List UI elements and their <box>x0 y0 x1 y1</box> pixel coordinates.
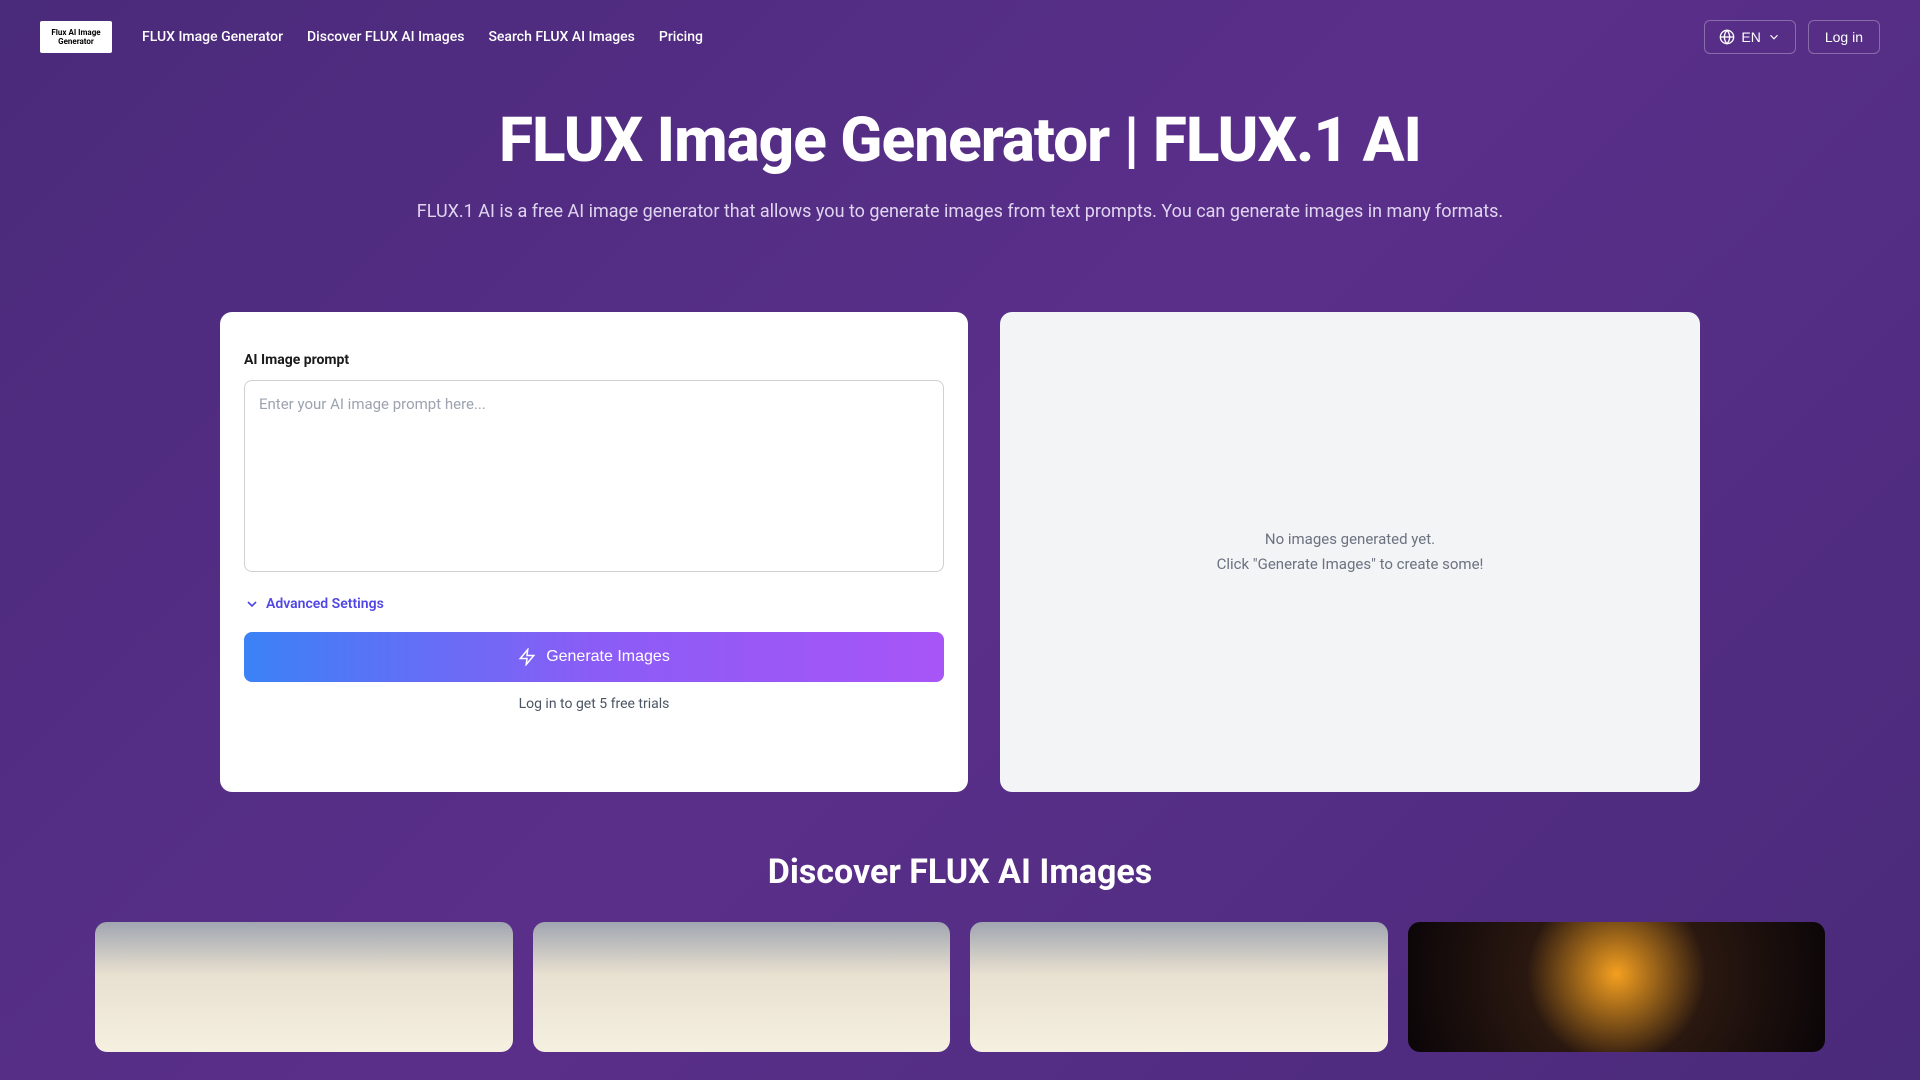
advanced-settings-label: Advanced Settings <box>266 596 384 612</box>
advanced-settings-toggle[interactable]: Advanced Settings <box>244 596 944 612</box>
nav-right: EN Log in <box>1704 20 1880 54</box>
nav-links: FLUX Image Generator Discover FLUX AI Im… <box>142 29 1674 45</box>
prompt-input[interactable] <box>244 380 944 572</box>
generate-button-label: Generate Images <box>546 648 670 666</box>
image-grid <box>95 922 1825 1052</box>
hero-section: FLUX Image Generator | FLUX.1 AI FLUX.1 … <box>0 74 1920 272</box>
language-label: EN <box>1741 29 1760 45</box>
prompt-panel: AI Image prompt Advanced Settings Genera… <box>220 312 968 792</box>
discover-title: Discover FLUX AI Images <box>95 852 1825 892</box>
gallery-image[interactable] <box>970 922 1388 1052</box>
output-panel: No images generated yet. Click "Generate… <box>1000 312 1700 792</box>
navbar: Flux AI Image Generator FLUX Image Gener… <box>0 0 1920 74</box>
output-empty-state: No images generated yet. Click "Generate… <box>1217 527 1484 578</box>
logo[interactable]: Flux AI Image Generator <box>40 21 112 53</box>
main-panels: AI Image prompt Advanced Settings Genera… <box>0 272 1920 832</box>
chevron-down-icon <box>244 596 260 612</box>
prompt-label: AI Image prompt <box>244 352 944 368</box>
nav-link-search[interactable]: Search FLUX AI Images <box>488 29 634 45</box>
nav-link-pricing[interactable]: Pricing <box>659 29 703 45</box>
discover-section: Discover FLUX AI Images <box>0 832 1920 1052</box>
gallery-image[interactable] <box>95 922 513 1052</box>
chevron-down-icon <box>1767 30 1781 44</box>
globe-icon <box>1719 29 1735 45</box>
page-title: FLUX Image Generator | FLUX.1 AI <box>40 104 1880 177</box>
page-subtitle: FLUX.1 AI is a free AI image generator t… <box>40 201 1880 222</box>
gallery-image[interactable] <box>533 922 951 1052</box>
nav-link-generator[interactable]: FLUX Image Generator <box>142 29 283 45</box>
login-button[interactable]: Log in <box>1808 20 1880 54</box>
gallery-image[interactable] <box>1408 922 1826 1052</box>
generate-button[interactable]: Generate Images <box>244 632 944 682</box>
language-selector[interactable]: EN <box>1704 20 1795 54</box>
zap-icon <box>518 648 536 666</box>
empty-state-line1: No images generated yet. <box>1217 527 1484 553</box>
empty-state-line2: Click "Generate Images" to create some! <box>1217 552 1484 578</box>
logo-text: Flux AI Image Generator <box>40 28 112 46</box>
nav-link-discover[interactable]: Discover FLUX AI Images <box>307 29 464 45</box>
trial-text: Log in to get 5 free trials <box>244 696 944 712</box>
